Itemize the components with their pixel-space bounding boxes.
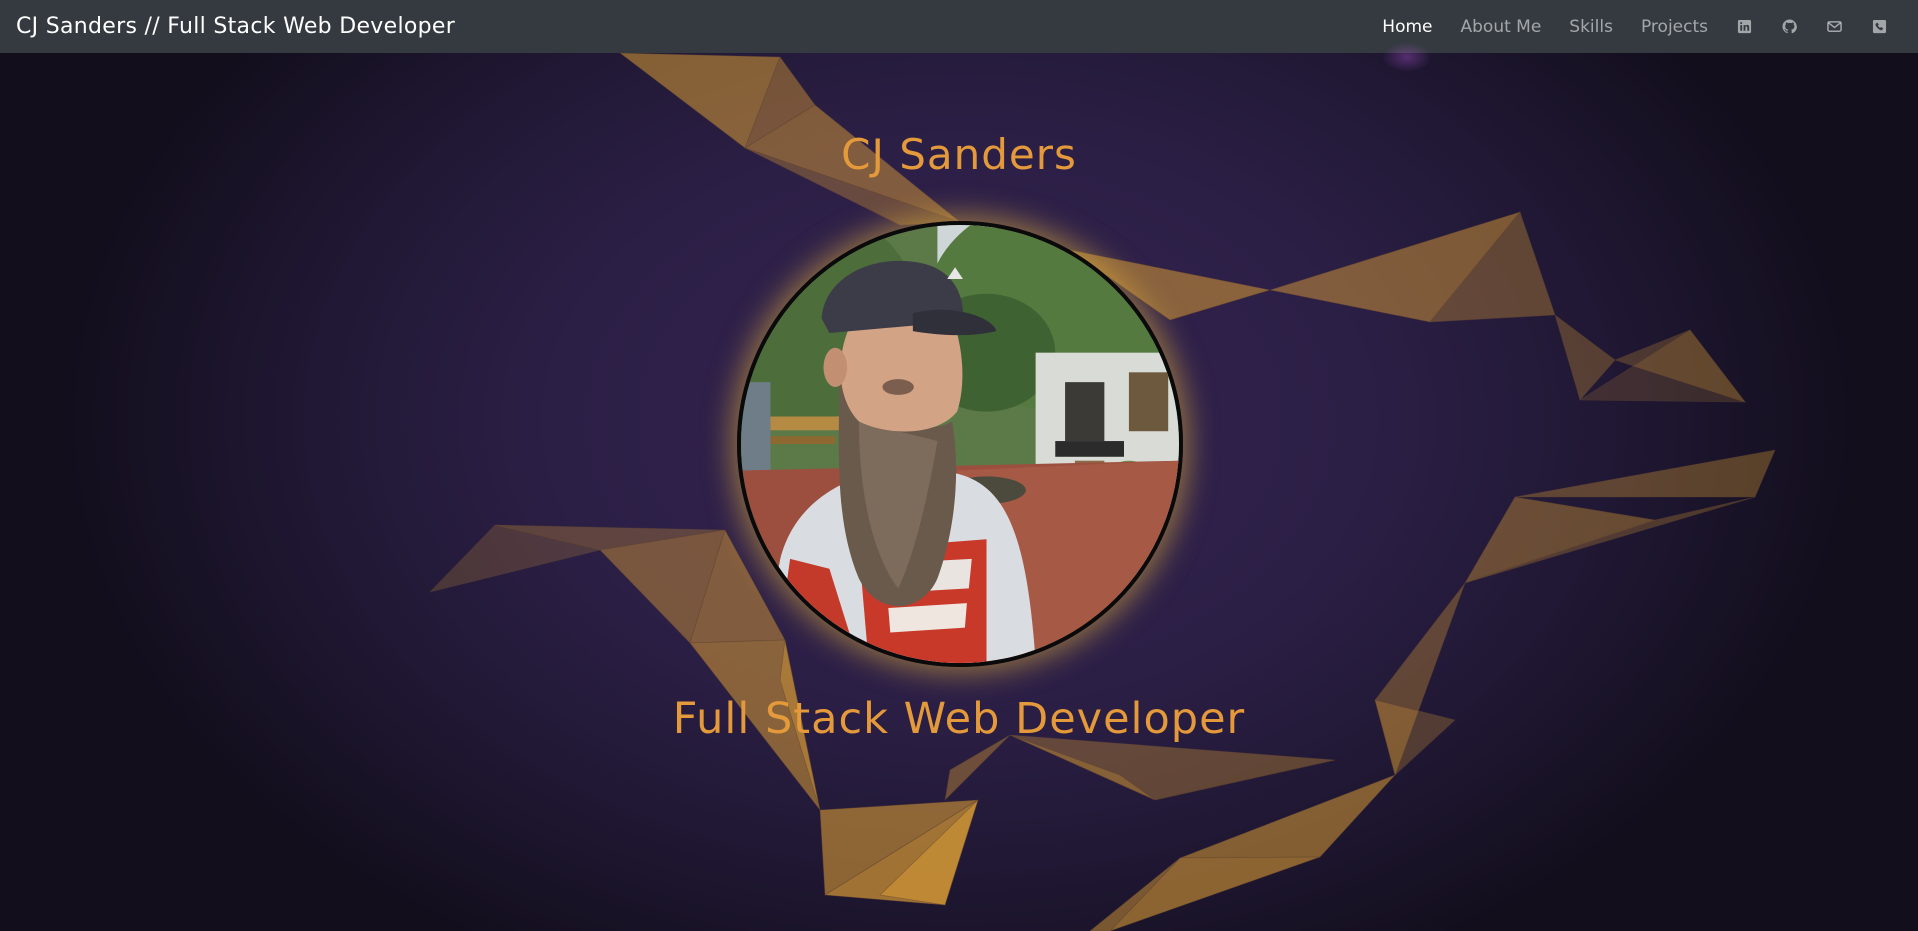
nav-links: Home About Me Skills Projects [1368,0,1902,53]
nav-link-skills[interactable]: Skills [1555,0,1627,53]
portrait-photo [741,225,1179,663]
hero-name: CJ Sanders [841,130,1077,179]
linkedin-icon[interactable] [1722,0,1767,53]
nav-link-home[interactable]: Home [1368,0,1446,53]
hero-subtitle: Full Stack Web Developer [672,694,1246,744]
phone-icon[interactable] [1857,0,1902,53]
envelope-icon[interactable] [1812,0,1857,53]
avatar [737,221,1183,667]
page: CJ Sanders // Full Stack Web Developer H… [0,0,1918,931]
top-navbar: CJ Sanders // Full Stack Web Developer H… [0,0,1918,53]
nav-link-about-me[interactable]: About Me [1447,0,1556,53]
navbar-brand[interactable]: CJ Sanders // Full Stack Web Developer [16,14,455,39]
nav-link-projects[interactable]: Projects [1627,0,1722,53]
github-icon[interactable] [1767,0,1812,53]
